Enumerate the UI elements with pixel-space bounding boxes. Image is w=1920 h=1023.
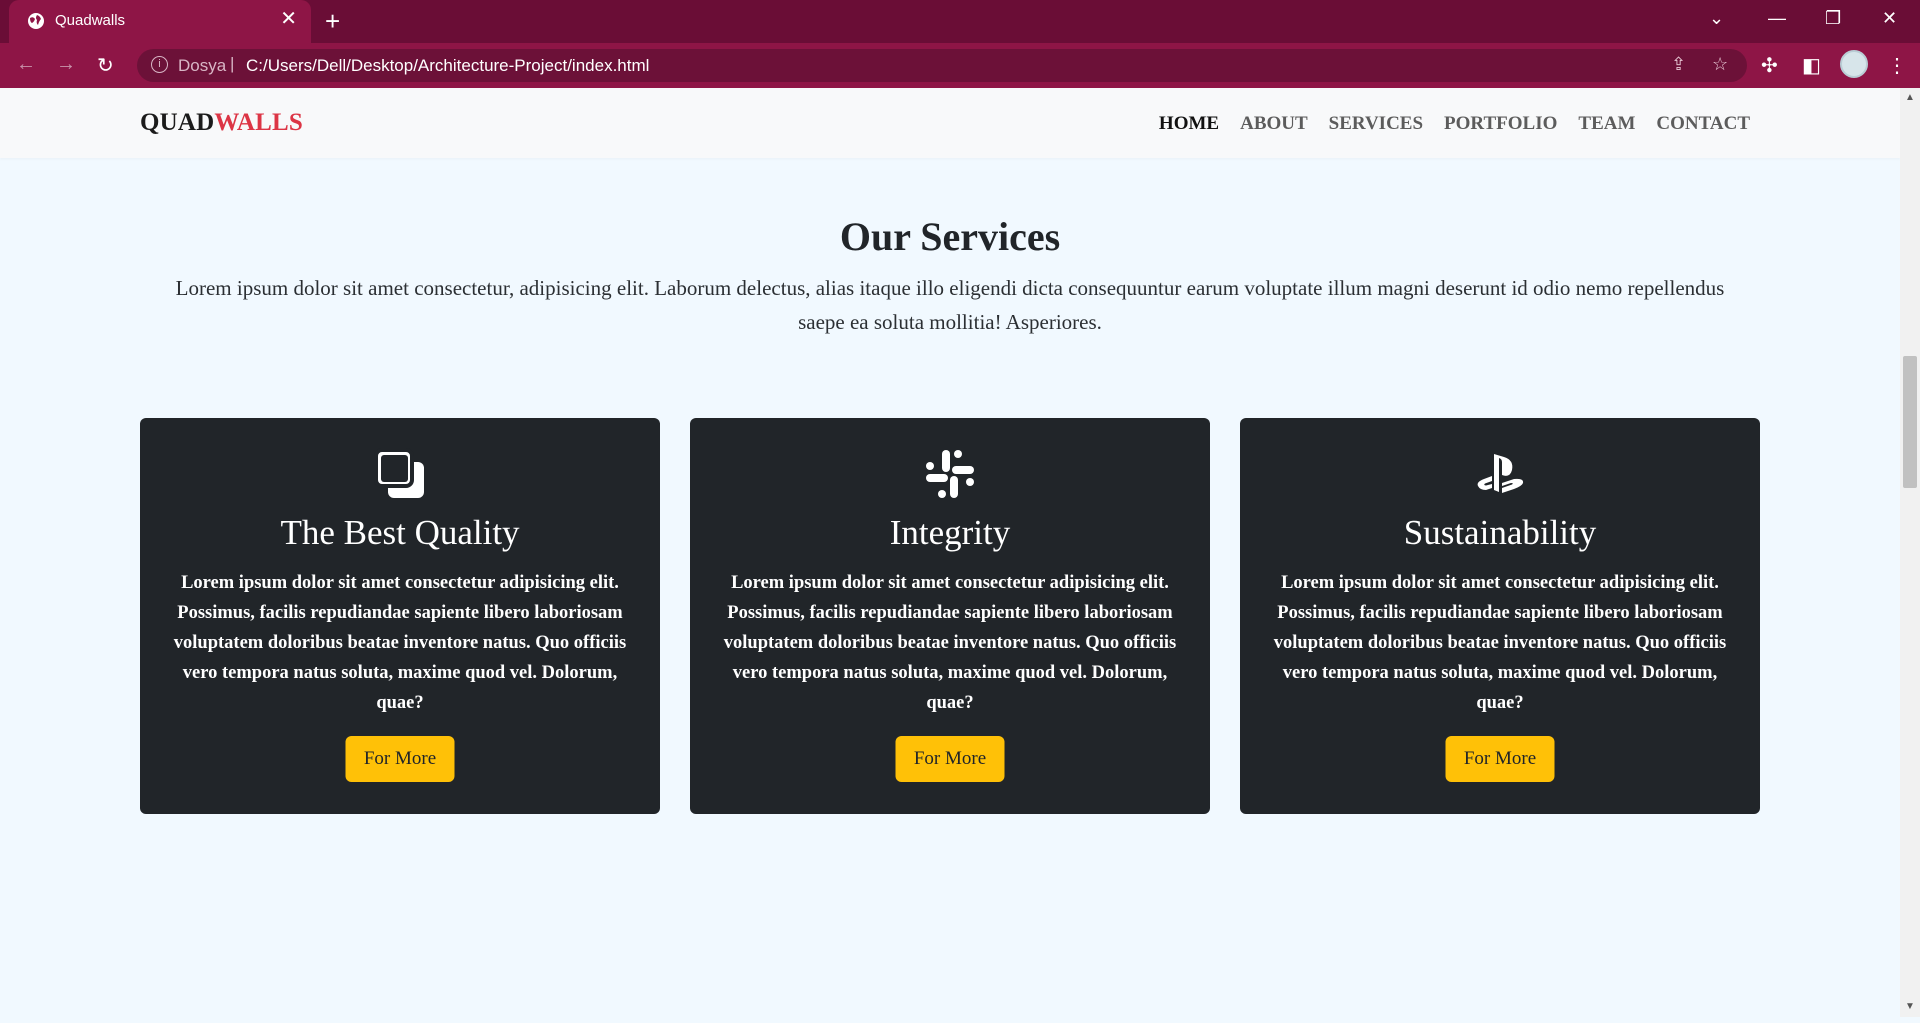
bookmark-star-icon[interactable]: ☆ xyxy=(1712,54,1728,75)
page-scrollbar[interactable]: ▲ ▼ xyxy=(1900,88,1920,1017)
card-text: Lorem ipsum dolor sit amet consectetur a… xyxy=(173,573,627,713)
nav-services[interactable]: SERVICES xyxy=(1329,113,1423,135)
site-logo[interactable]: QUADWALLS xyxy=(140,109,303,137)
nav-portfolio[interactable]: PORTFOLIO xyxy=(1444,113,1557,135)
services-description: Lorem ipsum dolor sit amet consectetur, … xyxy=(175,276,1725,334)
nav-links: HOME ABOUT SERVICES PORTFOLIO TEAM CONTA… xyxy=(1159,113,1750,135)
back-arrow-icon[interactable]: ← xyxy=(16,53,36,76)
for-more-button[interactable]: For More xyxy=(1445,736,1555,782)
service-card-quality: The Best Quality Lorem ipsum dolor sit a… xyxy=(140,418,660,814)
card-text: Lorem ipsum dolor sit amet consectetur a… xyxy=(1273,573,1727,713)
tab-title: Quadwalls xyxy=(55,12,126,29)
logo-part-walls: WALLS xyxy=(214,109,303,136)
profile-avatar[interactable] xyxy=(1840,50,1868,78)
service-card-sustainability: Sustainability Lorem ipsum dolor sit ame… xyxy=(1240,418,1760,814)
window-close-icon[interactable]: ✕ xyxy=(1882,8,1897,29)
scroll-up-arrow-icon[interactable]: ▲ xyxy=(1905,92,1915,103)
reload-icon[interactable]: ↻ xyxy=(97,53,114,78)
card-title: The Best Quality xyxy=(280,513,520,552)
restore-icon[interactable]: ❐ xyxy=(1825,8,1841,29)
tab-search-chevron-icon[interactable]: ⌄ xyxy=(1709,8,1724,29)
globe-icon xyxy=(27,12,45,30)
for-more-button[interactable]: For More xyxy=(345,736,455,782)
card-text: Lorem ipsum dolor sit amet consectetur a… xyxy=(723,573,1177,713)
scroll-down-arrow-icon[interactable]: ▼ xyxy=(1905,1001,1915,1012)
minimize-icon[interactable]: — xyxy=(1768,8,1786,29)
site-navbar: QUADWALLS HOME ABOUT SERVICES PORTFOLIO … xyxy=(0,88,1900,158)
info-icon[interactable]: i xyxy=(151,56,168,73)
address-scheme-label: Dosya xyxy=(178,56,227,75)
service-card-integrity: Integrity Lorem ipsum dolor sit amet con… xyxy=(690,418,1210,814)
card-title: Sustainability xyxy=(1403,513,1597,552)
nav-team[interactable]: TEAM xyxy=(1578,113,1635,135)
address-bar[interactable]: i Dosya | C:/Users/Dell/Desktop/Architec… xyxy=(137,49,1747,82)
page-viewport: QUADWALLS HOME ABOUT SERVICES PORTFOLIO … xyxy=(0,88,1900,1017)
forward-arrow-icon[interactable]: → xyxy=(56,53,76,76)
service-cards: The Best Quality Lorem ipsum dolor sit a… xyxy=(140,418,1760,814)
address-separator: | xyxy=(230,54,235,73)
browser-tab-strip: Quadwalls ✕ + ⌄ — ❐ ✕ xyxy=(0,0,1920,43)
playstation-icon xyxy=(1240,448,1760,502)
services-heading: Our Services xyxy=(839,214,1061,259)
slack-icon xyxy=(690,448,1210,502)
scrollbar-thumb[interactable] xyxy=(1903,356,1917,488)
new-tab-button[interactable]: + xyxy=(325,8,340,34)
nav-about[interactable]: ABOUT xyxy=(1240,113,1308,135)
share-icon[interactable]: ⇪ xyxy=(1671,54,1686,75)
side-panel-icon[interactable]: ◧ xyxy=(1802,53,1821,78)
logo-part-quad: QUAD xyxy=(140,109,215,136)
browser-toolbar: ← → ↻ i Dosya | C:/Users/Dell/Desktop/Ar… xyxy=(0,43,1920,88)
close-tab-icon[interactable]: ✕ xyxy=(280,9,297,29)
browser-tab[interactable]: Quadwalls ✕ xyxy=(9,0,311,43)
copy-squares-icon xyxy=(140,448,660,502)
browser-menu-icon[interactable]: ⋮ xyxy=(1887,53,1907,78)
extensions-icon[interactable]: ✣ xyxy=(1761,53,1778,78)
nav-contact[interactable]: CONTACT xyxy=(1656,113,1750,135)
nav-home[interactable]: HOME xyxy=(1159,113,1219,135)
address-url[interactable]: C:/Users/Dell/Desktop/Architecture-Proje… xyxy=(246,56,649,76)
card-title: Integrity xyxy=(889,513,1011,552)
for-more-button[interactable]: For More xyxy=(895,736,1005,782)
